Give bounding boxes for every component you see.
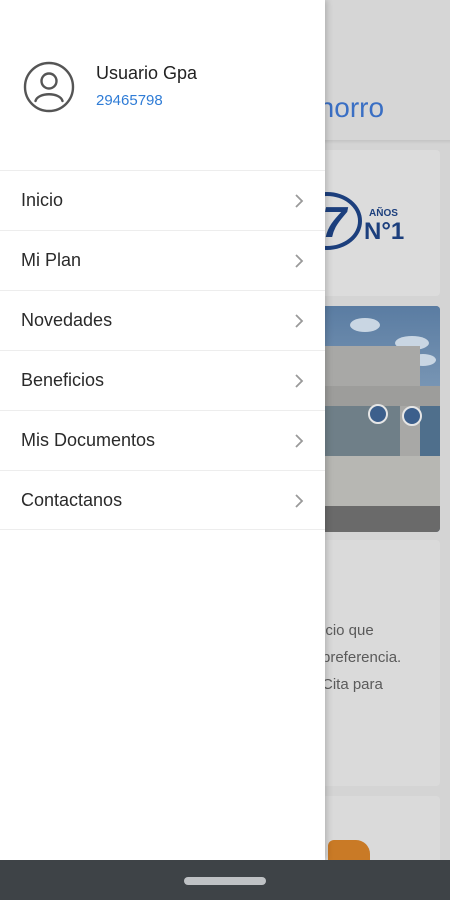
drawer-menu: Inicio Mi Plan Novedades Beneficios Mis … [0, 170, 325, 530]
menu-item-label: Mi Plan [21, 250, 82, 270]
home-gesture-handle[interactable] [184, 877, 266, 885]
logo-number: 7 [322, 198, 347, 247]
chevron-right-icon [295, 494, 304, 508]
menu-item-mis-documentos[interactable]: Mis Documentos [0, 410, 325, 470]
menu-item-label: Novedades [21, 310, 113, 330]
menu-item-label: Inicio [21, 190, 64, 210]
menu-item-inicio[interactable]: Inicio [0, 170, 325, 230]
menu-item-novedades[interactable]: Novedades [0, 290, 325, 350]
profile-header: Usuario Gpa 29465798 [0, 0, 325, 170]
menu-item-label: Beneficios [21, 370, 105, 390]
chevron-right-icon [295, 314, 304, 328]
system-nav-bar [0, 860, 450, 900]
menu-item-beneficios[interactable]: Beneficios [0, 350, 325, 410]
menu-item-contactanos[interactable]: Contactanos [0, 470, 325, 530]
cloud [350, 318, 380, 332]
vw-logo-icon [402, 406, 422, 426]
chevron-right-icon [295, 434, 304, 448]
menu-item-mi-plan[interactable]: Mi Plan [0, 230, 325, 290]
chevron-right-icon [295, 374, 304, 388]
card-text-line: icio que [322, 622, 374, 639]
account-circle-icon [23, 61, 75, 113]
chevron-right-icon [295, 194, 304, 208]
menu-item-label: Contactanos [21, 489, 123, 510]
car-image [328, 840, 370, 860]
user-name: Usuario Gpa [96, 63, 198, 83]
vw-logo-icon [368, 404, 388, 424]
card-text-line: preferencia. [322, 649, 402, 666]
menu-item-label: Mis Documentos [21, 430, 156, 450]
chevron-right-icon [295, 254, 304, 268]
logo-rank-text: N°1 [364, 218, 405, 245]
card-text-line: Cita para [322, 676, 383, 693]
navigation-drawer: Usuario Gpa 29465798 Inicio Mi Plan Nove… [0, 0, 325, 860]
user-id: 29465798 [96, 92, 163, 109]
